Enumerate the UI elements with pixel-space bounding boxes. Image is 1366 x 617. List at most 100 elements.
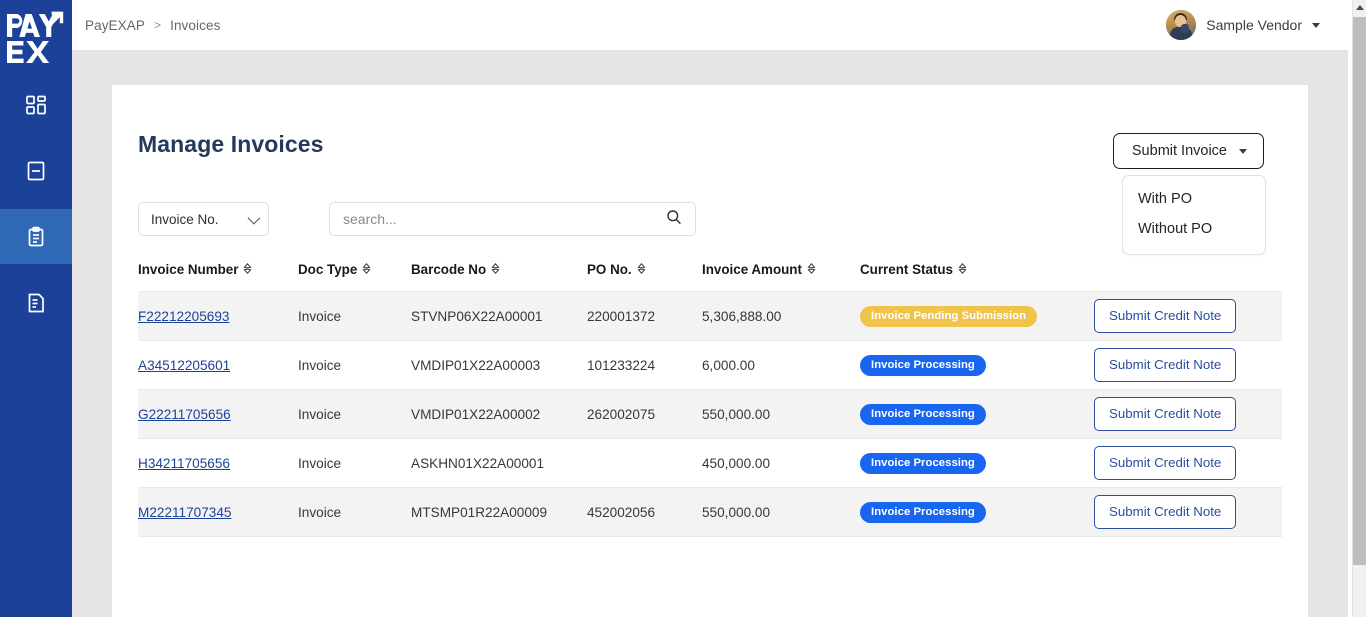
column-label: PO No. (587, 262, 632, 277)
grid-dashboard-icon (25, 94, 47, 116)
cell-po-no: 220001372 (587, 291, 702, 341)
status-badge: Invoice Processing (860, 452, 986, 474)
caret-down-icon (1312, 22, 1320, 28)
cell-actions: Submit Credit Note (1094, 340, 1282, 390)
search-input[interactable] (341, 210, 666, 228)
cell-invoice-number: F22212205693 (138, 291, 298, 341)
column-header-doc-type[interactable]: Doc Type (298, 262, 411, 292)
sidebar-item-documents[interactable] (0, 143, 72, 198)
cell-invoice-number: H34211705656 (138, 438, 298, 488)
cell-doc-type: Invoice (298, 438, 411, 488)
breadcrumb-item-invoices[interactable]: Invoices (170, 18, 220, 33)
invoice-number-link[interactable]: H34211705656 (138, 456, 230, 471)
user-menu[interactable]: Sample Vendor (1166, 10, 1320, 40)
cell-barcode-no: VMDIP01X22A00002 (411, 389, 587, 439)
sort-updown-icon (362, 262, 371, 277)
cell-invoice-number: A34512205601 (138, 340, 298, 390)
invoice-number-link[interactable]: M22211707345 (138, 505, 231, 520)
app-logo[interactable] (0, 0, 72, 77)
avatar (1166, 10, 1197, 40)
sidebar-item-invoices[interactable] (0, 209, 72, 264)
card-header: Manage Invoices Submit Invoice With PO W… (112, 85, 1308, 255)
search-icon[interactable] (666, 209, 682, 230)
cell-invoice-amount: 550,000.00 (702, 389, 860, 439)
cell-actions: Submit Credit Note (1094, 487, 1282, 537)
page-title: Manage Invoices (138, 131, 324, 157)
invoice-number-link[interactable]: G22211705656 (138, 407, 231, 422)
cell-doc-type: Invoice (298, 340, 411, 390)
cell-current-status: Invoice Processing (860, 438, 1094, 488)
submit-credit-note-button[interactable]: Submit Credit Note (1094, 397, 1237, 431)
filter-field-select[interactable]: Invoice No. (138, 202, 269, 236)
submit-credit-note-button[interactable]: Submit Credit Note (1094, 348, 1237, 382)
cell-actions: Submit Credit Note (1094, 438, 1282, 488)
column-header-po-no[interactable]: PO No. (587, 262, 702, 292)
nav-spacer-2 (0, 198, 72, 209)
cell-po-no: 101233224 (587, 340, 702, 390)
column-header-barcode-no[interactable]: Barcode No (411, 262, 587, 292)
breadcrumb: PayEXAP > Invoices (85, 18, 220, 33)
sort-updown-icon (958, 262, 967, 277)
vertical-scrollbar[interactable] (1352, 0, 1366, 617)
column-header-actions (1094, 262, 1282, 292)
submit-credit-note-button[interactable]: Submit Credit Note (1094, 495, 1237, 529)
cell-po-no: 452002056 (587, 487, 702, 537)
table-header-row: Invoice Number Doc Type Barcode No PO No… (138, 262, 1282, 292)
cell-actions: Submit Credit Note (1094, 291, 1282, 341)
column-header-invoice-number[interactable]: Invoice Number (138, 262, 298, 292)
status-badge: Invoice Pending Submission (860, 305, 1038, 327)
menu-item-with-po[interactable]: With PO (1123, 184, 1265, 214)
cell-invoice-amount: 5,306,888.00 (702, 291, 860, 341)
submit-credit-note-button[interactable]: Submit Credit Note (1094, 446, 1237, 480)
cell-doc-type: Invoice (298, 291, 411, 341)
column-header-invoice-amount[interactable]: Invoice Amount (702, 262, 860, 292)
cell-current-status: Invoice Processing (860, 389, 1094, 439)
sidebar-item-reports[interactable] (0, 275, 72, 330)
cell-invoice-amount: 450,000.00 (702, 438, 860, 488)
nav-spacer-1 (0, 132, 72, 143)
invoice-number-link[interactable]: A34512205601 (138, 358, 230, 373)
sidebar-item-dashboard[interactable] (0, 77, 72, 132)
cell-actions: Submit Credit Note (1094, 389, 1282, 439)
cell-current-status: Invoice Pending Submission (860, 291, 1094, 341)
sort-updown-icon (243, 262, 253, 277)
scrollbar-thumb[interactable] (1353, 17, 1366, 565)
column-label: Current Status (860, 262, 954, 277)
file-text-icon (25, 292, 47, 314)
invoices-table-wrap: Invoice Number Doc Type Barcode No PO No… (112, 236, 1308, 537)
breadcrumb-item-app[interactable]: PayEXAP (85, 18, 145, 33)
submit-invoice-button[interactable]: Submit Invoice (1112, 133, 1264, 169)
column-label: Barcode No (411, 262, 487, 277)
cell-invoice-number: G22211705656 (138, 389, 298, 439)
cell-invoice-number: M22211707345 (138, 487, 298, 537)
top-header: PayEXAP > Invoices Sample Vendor (72, 0, 1352, 50)
nav-spacer-3 (0, 264, 72, 275)
menu-item-without-po[interactable]: Without PO (1123, 214, 1265, 244)
filter-field-value: Invoice No. (151, 211, 219, 227)
search-box[interactable] (329, 202, 696, 236)
column-label: Doc Type (298, 262, 358, 277)
cell-barcode-no: STVNP06X22A00001 (411, 291, 587, 341)
breadcrumb-separator-icon: > (153, 18, 162, 32)
cell-barcode-no: ASKHN01X22A00001 (411, 438, 587, 488)
cell-doc-type: Invoice (298, 487, 411, 537)
submit-invoice-menu: With PO Without PO (1122, 175, 1266, 255)
table-row: G22211705656 Invoice VMDIP01X22A00002 26… (138, 389, 1282, 439)
cell-invoice-amount: 550,000.00 (702, 487, 860, 537)
cell-doc-type: Invoice (298, 389, 411, 439)
cell-barcode-no: MTSMP01R22A00009 (411, 487, 587, 537)
submit-credit-note-button[interactable]: Submit Credit Note (1094, 299, 1237, 333)
cell-po-no: 262002075 (587, 389, 702, 439)
scroll-up-arrow-icon[interactable] (1353, 0, 1366, 14)
invoices-table: Invoice Number Doc Type Barcode No PO No… (138, 262, 1282, 537)
invoice-number-link[interactable]: F22212205693 (138, 309, 229, 324)
sort-updown-icon (637, 262, 646, 277)
table-row: A34512205601 Invoice VMDIP01X22A00003 10… (138, 340, 1282, 390)
cell-invoice-amount: 6,000.00 (702, 340, 860, 390)
table-header: Invoice Number Doc Type Barcode No PO No… (138, 262, 1282, 292)
caret-down-icon (1239, 148, 1247, 154)
cell-barcode-no: VMDIP01X22A00003 (411, 340, 587, 390)
column-header-current-status[interactable]: Current Status (860, 262, 1094, 292)
table-row: F22212205693 Invoice STVNP06X22A00001 22… (138, 291, 1282, 341)
sidebar (0, 0, 72, 617)
